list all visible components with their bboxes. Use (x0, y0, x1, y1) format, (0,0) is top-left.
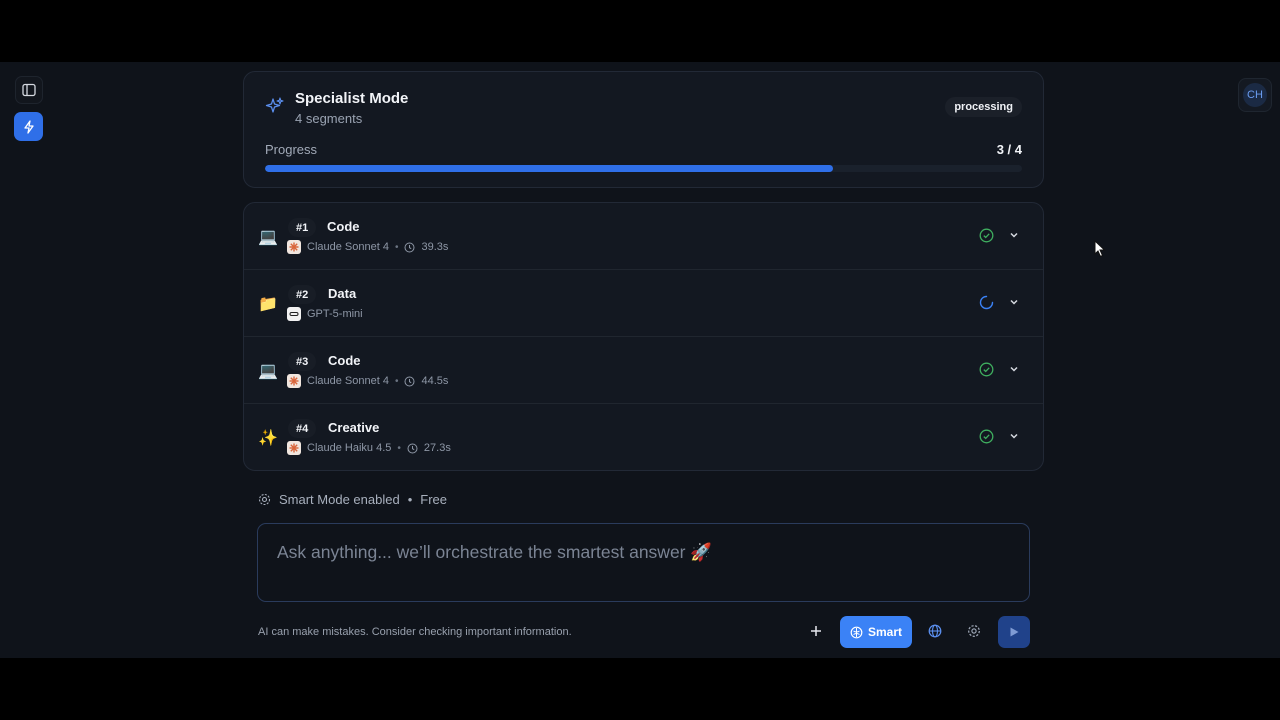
segment-number: #3 (288, 352, 317, 371)
prompt-input[interactable]: Ask anything... we’ll orchestrate the sm… (257, 523, 1030, 602)
avatar-initials: CH (1243, 83, 1267, 107)
progress-count: 3 / 4 (996, 142, 1022, 157)
openai-icon (287, 307, 301, 321)
segment-meta: Claude Sonnet 4 • 39.3s (287, 240, 448, 254)
segment-duration: 27.3s (423, 442, 451, 454)
laptop-icon: 💻 (258, 229, 278, 246)
smart-mode-status: Smart Mode enabled • Free (258, 492, 447, 507)
claude-icon (287, 374, 301, 388)
segment-row[interactable]: 📁 #2 Data GPT-5-mini (244, 270, 1043, 337)
send-button[interactable] (998, 616, 1030, 648)
segment-name: Data (328, 286, 357, 301)
smart-button-label: Smart (867, 625, 902, 639)
check-circle-icon (979, 362, 994, 377)
app-window: CH Specialist Mode 4 segments processing… (0, 62, 1280, 658)
smart-mode-button[interactable]: Smart (840, 616, 912, 648)
model-name: Claude Sonnet 4 (307, 375, 389, 387)
sparkles-emoji-icon: ✨ (258, 430, 278, 447)
segment-row[interactable]: 💻 #1 Code Claude Sonnet 4 • 39.3s (244, 203, 1043, 270)
model-name: GPT-5-mini (307, 308, 363, 320)
clock-icon (404, 376, 415, 386)
segment-meta: GPT-5-mini (287, 307, 363, 321)
gear-icon (968, 625, 980, 637)
plus-icon (811, 626, 821, 636)
sidebar-icon (22, 83, 36, 97)
segment-name: Creative (328, 420, 380, 435)
loading-spinner-icon (979, 295, 994, 310)
progress-label: Progress (265, 142, 318, 157)
segment-count: 4 segments (295, 111, 363, 126)
segments-list: 💻 #1 Code Claude Sonnet 4 • 39.3s 📁 #2 D… (243, 202, 1044, 471)
separator-dot: • (394, 375, 399, 387)
brain-icon (850, 626, 863, 638)
segment-duration: 44.5s (421, 375, 449, 387)
lightning-icon (23, 119, 34, 134)
chevron-down-icon[interactable] (1008, 296, 1020, 308)
segment-meta: Claude Sonnet 4 • 44.5s (287, 374, 448, 388)
segment-duration: 39.3s (421, 241, 449, 253)
play-icon (1010, 627, 1019, 637)
segment-number: #2 (288, 285, 317, 304)
add-attachment-button[interactable] (806, 621, 826, 641)
folder-icon: 📁 (258, 296, 278, 313)
segment-meta: Claude Haiku 4.5 • 27.3s (287, 441, 451, 455)
mouse-cursor-icon (1094, 240, 1106, 258)
segment-name: Code (327, 219, 360, 234)
clock-icon (404, 242, 415, 252)
status-badge: processing (945, 97, 1022, 117)
chevron-down-icon[interactable] (1008, 430, 1020, 442)
segment-number: #1 (288, 218, 317, 237)
claude-icon (287, 441, 301, 455)
segment-row[interactable]: ✨ #4 Creative Claude Haiku 4.5 • 27.3s (244, 404, 1043, 470)
mode-title: Specialist Mode (295, 90, 409, 107)
segment-name: Code (328, 353, 361, 368)
user-avatar-button[interactable]: CH (1238, 78, 1272, 112)
globe-icon (928, 624, 942, 638)
model-name: Claude Haiku 4.5 (307, 442, 392, 454)
sparkles-icon (265, 97, 284, 113)
quick-action-button[interactable] (14, 112, 43, 141)
separator-dot: • (407, 492, 413, 507)
gear-icon (258, 493, 271, 506)
separator-dot: • (397, 442, 401, 454)
sidebar-toggle-button[interactable] (15, 76, 43, 104)
claude-icon (287, 240, 301, 254)
web-search-button[interactable] (925, 621, 945, 641)
segment-number: #4 (288, 419, 317, 438)
check-circle-icon (979, 429, 994, 444)
chevron-down-icon[interactable] (1008, 363, 1020, 375)
segment-row[interactable]: 💻 #3 Code Claude Sonnet 4 • 44.5s (244, 337, 1043, 404)
settings-button[interactable] (964, 621, 984, 641)
laptop-icon: 💻 (258, 363, 278, 380)
separator-dot: • (394, 241, 399, 253)
progress-bar-fill (265, 165, 833, 172)
specialist-mode-card: Specialist Mode 4 segments processing Pr… (243, 71, 1044, 188)
check-circle-icon (979, 228, 994, 243)
disclaimer-text: AI can make mistakes. Consider checking … (258, 626, 572, 638)
progress-bar (265, 165, 1022, 172)
clock-icon (407, 443, 418, 453)
prompt-placeholder: Ask anything... we’ll orchestrate the sm… (277, 542, 713, 562)
model-name: Claude Sonnet 4 (307, 241, 389, 253)
chevron-down-icon[interactable] (1008, 229, 1020, 241)
plan-label: Free (420, 492, 447, 507)
smart-mode-label: Smart Mode enabled (279, 492, 400, 507)
